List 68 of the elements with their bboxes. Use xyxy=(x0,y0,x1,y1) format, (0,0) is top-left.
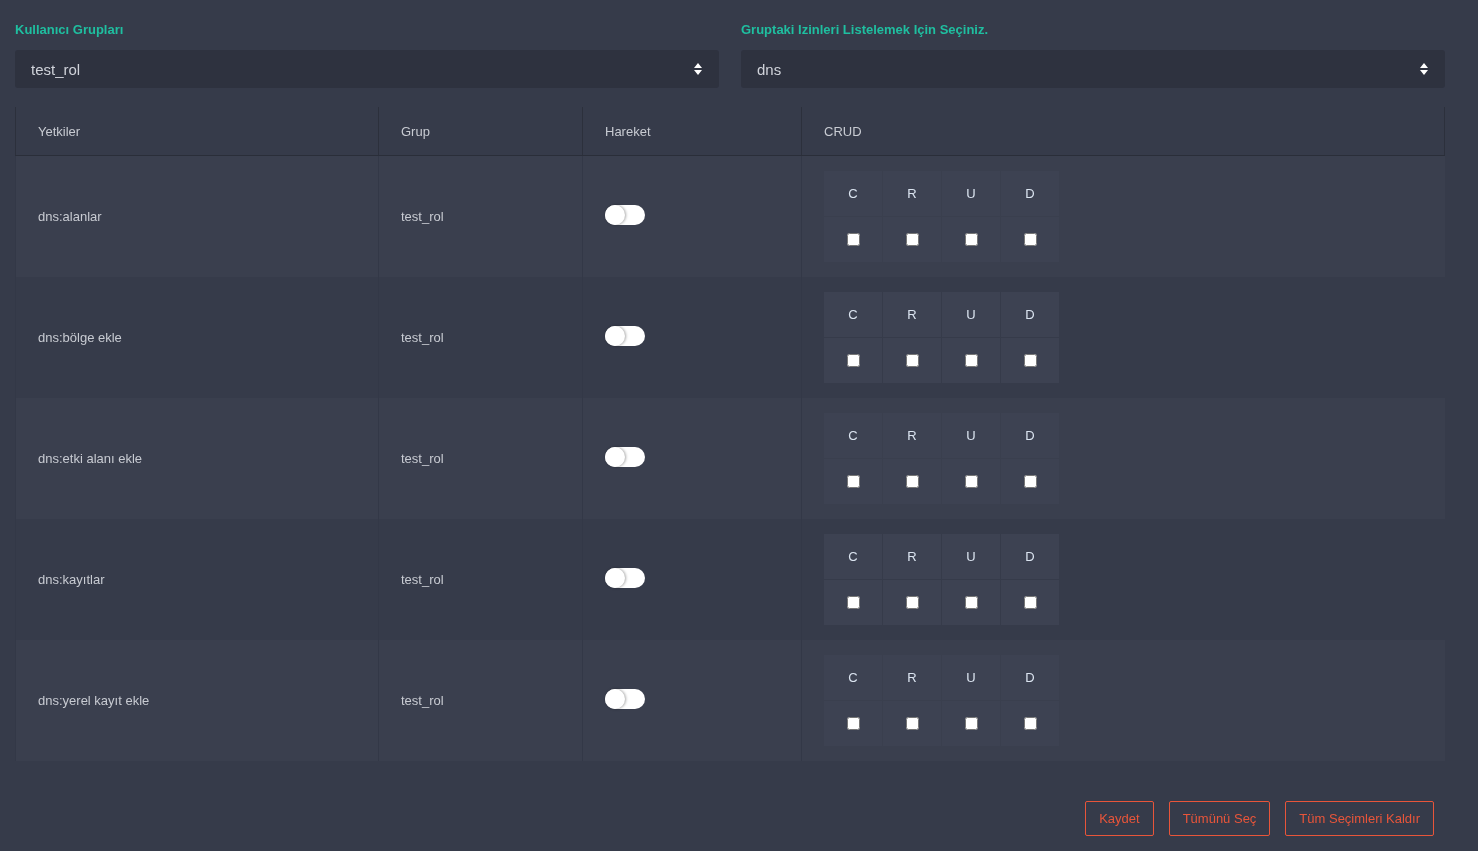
crud-letter: D xyxy=(1025,669,1035,685)
toggle-switch[interactable] xyxy=(605,688,645,709)
crud-letter: D xyxy=(1025,427,1035,443)
crud-checkbox[interactable] xyxy=(846,474,860,488)
field-label: Gruptaki Izinleri Listelemek Için Seçiniz. xyxy=(741,22,990,37)
group-cell: test_rol xyxy=(378,639,583,761)
crud-letter: D xyxy=(1025,185,1035,201)
column-header: Grup xyxy=(378,107,583,156)
crud-checkbox[interactable] xyxy=(1023,716,1037,730)
permission-cell: dns:bölge ekle xyxy=(15,276,379,398)
crud-letter: R xyxy=(907,185,917,201)
action-button[interactable]: Tüm Seçimleri Kaldır xyxy=(1285,800,1434,836)
crud-letter: U xyxy=(966,669,976,685)
field-label: Kullanıcı Grupları xyxy=(15,22,125,37)
permission-cell: dns:yerel kayıt ekle xyxy=(15,639,379,761)
crud-letter: R xyxy=(907,669,917,685)
toggle-switch[interactable] xyxy=(605,567,645,588)
crud-checkbox[interactable] xyxy=(964,595,978,609)
crud-checkbox[interactable] xyxy=(964,716,978,730)
toggle-switch[interactable] xyxy=(605,204,645,225)
sort-arrows-icon xyxy=(1419,62,1429,76)
crud-checkbox[interactable] xyxy=(905,474,919,488)
group-cell: test_rol xyxy=(378,518,583,640)
crud-checkbox[interactable] xyxy=(964,232,978,246)
crud-letter: C xyxy=(848,548,858,564)
crud-checkbox[interactable] xyxy=(1023,232,1037,246)
column-header: Hareket xyxy=(582,107,802,156)
crud-checkbox[interactable] xyxy=(905,595,919,609)
permission-cell: dns:etki alanı ekle xyxy=(15,397,379,519)
user-group-select[interactable]: test_rol xyxy=(15,50,719,88)
crud-letter: C xyxy=(848,185,858,201)
crud-letter: C xyxy=(848,669,858,685)
crud-checkbox[interactable] xyxy=(846,716,860,730)
action-button[interactable]: Tümünü Seç xyxy=(1168,800,1271,836)
crud-letter: U xyxy=(966,306,976,322)
action-button[interactable]: Kaydet xyxy=(1085,800,1154,836)
toggle-switch[interactable] xyxy=(605,325,645,346)
crud-letter: D xyxy=(1025,548,1035,564)
crud-letter: U xyxy=(966,427,976,443)
crud-checkbox[interactable] xyxy=(905,716,919,730)
permission-group-select[interactable]: dns xyxy=(741,50,1445,88)
crud-letter: R xyxy=(907,306,917,322)
group-cell: test_rol xyxy=(378,276,583,398)
crud-checkbox[interactable] xyxy=(964,474,978,488)
toggle-switch[interactable] xyxy=(605,446,645,467)
crud-checkbox[interactable] xyxy=(905,232,919,246)
crud-checkbox[interactable] xyxy=(846,595,860,609)
crud-checkbox[interactable] xyxy=(905,353,919,367)
crud-letter: C xyxy=(848,306,858,322)
crud-checkbox[interactable] xyxy=(964,353,978,367)
crud-checkbox[interactable] xyxy=(846,353,860,367)
crud-letter: R xyxy=(907,427,917,443)
crud-letter: D xyxy=(1025,306,1035,322)
column-header: CRUD xyxy=(801,107,1445,156)
group-cell: test_rol xyxy=(378,155,583,277)
crud-letter: R xyxy=(907,548,917,564)
crud-letter: C xyxy=(848,427,858,443)
sort-arrows-icon xyxy=(693,62,703,76)
permission-cell: dns:kayıtlar xyxy=(15,518,379,640)
crud-letter: U xyxy=(966,185,976,201)
column-header: Yetkiler xyxy=(15,107,379,156)
permission-cell: dns:alanlar xyxy=(15,155,379,277)
crud-checkbox[interactable] xyxy=(846,232,860,246)
crud-letter: U xyxy=(966,548,976,564)
crud-checkbox[interactable] xyxy=(1023,474,1037,488)
crud-checkbox[interactable] xyxy=(1023,595,1037,609)
group-cell: test_rol xyxy=(378,397,583,519)
crud-checkbox[interactable] xyxy=(1023,353,1037,367)
